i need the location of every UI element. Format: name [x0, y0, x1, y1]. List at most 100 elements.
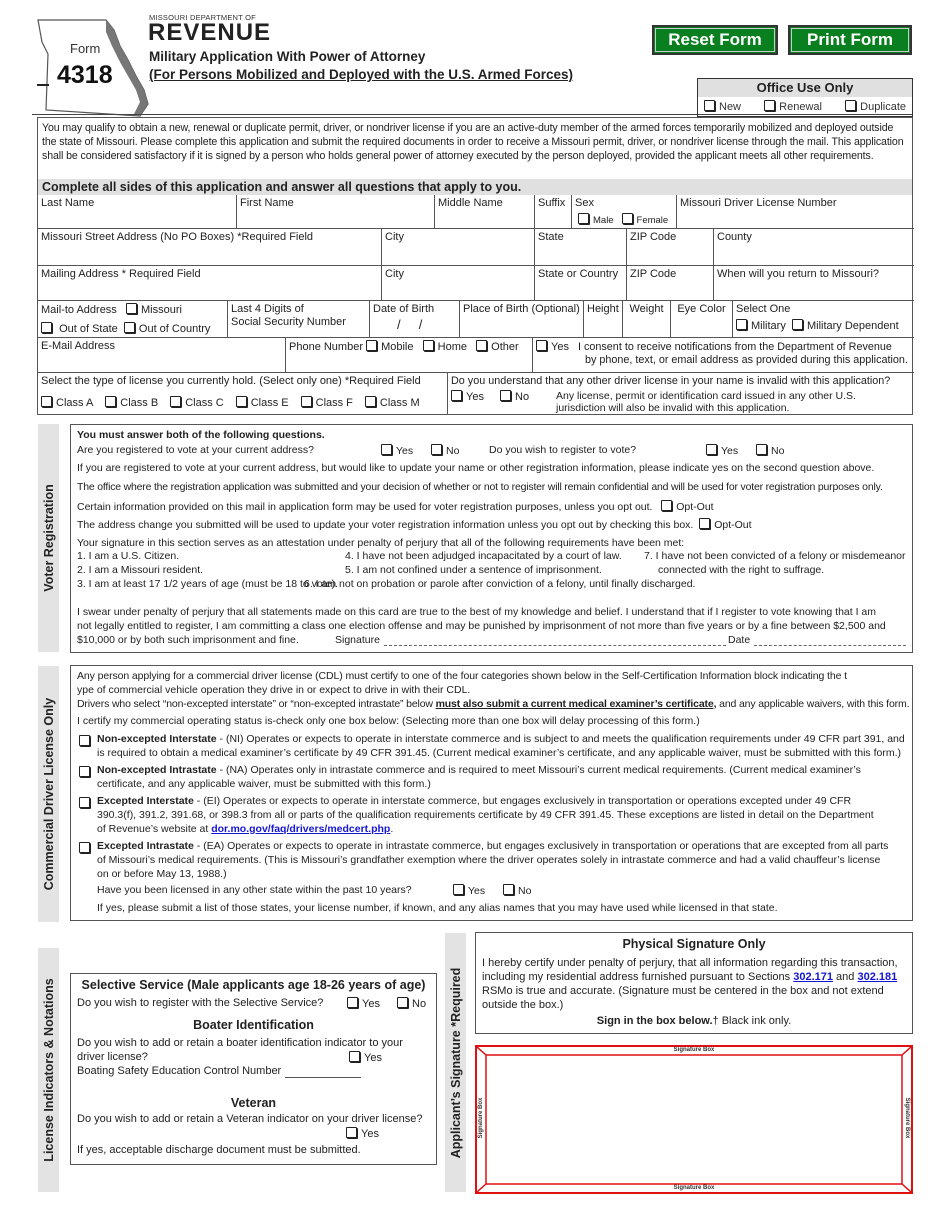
voter-date-line[interactable] — [754, 645, 906, 646]
section-302-181-link[interactable]: 302.181 — [857, 971, 897, 983]
checkbox-icon[interactable] — [41, 396, 52, 407]
city-field[interactable]: City — [382, 229, 535, 266]
military-option[interactable]: Military — [736, 319, 786, 332]
mailing-address-field[interactable]: Mailing Address * Required Field — [38, 266, 382, 301]
checkbox-icon[interactable] — [756, 444, 767, 455]
height-field[interactable]: Height — [584, 301, 623, 338]
checkbox-icon[interactable] — [791, 319, 803, 330]
place-of-birth-field[interactable]: Place of Birth (Optional) — [460, 301, 584, 338]
register-no-option[interactable]: No — [756, 444, 784, 458]
checkbox-icon[interactable] — [451, 390, 462, 401]
checkbox-icon[interactable] — [476, 340, 488, 351]
checkbox-icon[interactable] — [536, 340, 547, 351]
office-use-new[interactable]: New — [704, 100, 741, 113]
checkbox-icon[interactable] — [736, 319, 747, 330]
checkbox-icon[interactable] — [366, 340, 378, 351]
selective-service-yes-option[interactable]: Yes — [347, 997, 380, 1011]
checkbox-icon[interactable] — [661, 500, 673, 511]
email-address-field[interactable]: E-Mail Address — [38, 338, 286, 373]
phone-home-option[interactable]: Home — [422, 340, 467, 353]
checkbox-icon[interactable] — [500, 390, 511, 401]
mailing-zip-code-field[interactable]: ZIP Code — [627, 266, 714, 301]
checkbox-icon[interactable] — [431, 444, 442, 455]
checkbox-icon[interactable] — [381, 444, 392, 455]
phone-number-field[interactable]: Phone Number Mobile Home Other — [286, 338, 533, 373]
checkbox-icon[interactable] — [170, 396, 182, 407]
last-name-field[interactable]: Last Name — [38, 195, 237, 229]
other-state-yes-option[interactable]: Yes — [453, 884, 485, 898]
excepted-interstate-checkbox[interactable] — [79, 797, 90, 808]
print-form-button[interactable]: Print Form — [788, 25, 912, 55]
checkbox-icon[interactable] — [845, 100, 857, 111]
checkbox-icon[interactable] — [235, 396, 247, 407]
checkbox-icon[interactable] — [364, 396, 376, 407]
checkbox-icon[interactable] — [125, 303, 137, 314]
opt-out-1-option[interactable]: Opt-Out — [661, 500, 714, 513]
checkbox-icon[interactable] — [706, 444, 717, 455]
signature-box[interactable]: Signature Box Signature Box Signature Bo… — [475, 1045, 913, 1194]
date-of-birth-field[interactable]: Date of Birth / / — [370, 301, 460, 338]
mailing-city-field[interactable]: City — [382, 266, 535, 301]
checkbox-icon[interactable] — [704, 100, 715, 111]
class-m-option[interactable]: Class M — [364, 396, 420, 410]
mail-to-out-of-state[interactable]: Out of State — [41, 322, 118, 335]
registered-no-option[interactable]: No — [431, 444, 459, 458]
checkbox-icon[interactable] — [397, 997, 408, 1008]
weight-field[interactable]: Weight — [623, 301, 671, 338]
office-use-renewal[interactable]: Renewal — [764, 100, 822, 113]
office-use-duplicate[interactable]: Duplicate — [845, 100, 906, 113]
veteran-yes-option[interactable]: Yes — [346, 1127, 379, 1141]
non-excepted-intrastate-checkbox[interactable] — [79, 766, 90, 777]
ssn-field[interactable]: Last 4 Digits of Social Security Number — [228, 301, 370, 338]
checkbox-icon[interactable] — [422, 340, 434, 351]
register-yes-option[interactable]: Yes — [706, 444, 738, 458]
checkbox-icon[interactable] — [41, 322, 52, 333]
opt-out-2-option[interactable]: Opt-Out — [699, 518, 752, 531]
suffix-field[interactable]: Suffix — [535, 195, 572, 229]
eye-color-field[interactable]: Eye Color — [671, 301, 733, 338]
consent-yes-option[interactable]: Yes — [536, 340, 569, 354]
driver-license-number-field[interactable]: Missouri Driver License Number — [677, 195, 914, 229]
registered-yes-option[interactable]: Yes — [381, 444, 413, 458]
female-option[interactable]: Female — [621, 213, 668, 226]
street-address-field[interactable]: Missouri Street Address (No PO Boxes) *R… — [38, 229, 382, 266]
checkbox-icon[interactable] — [105, 396, 117, 407]
phone-other-option[interactable]: Other — [476, 340, 519, 353]
mail-to-out-of-country[interactable]: Out of Country — [123, 322, 210, 335]
state-or-country-field[interactable]: State or Country — [535, 266, 627, 301]
checkbox-icon[interactable] — [300, 396, 312, 407]
state-field[interactable]: State — [535, 229, 627, 266]
class-b-option[interactable]: Class B — [105, 396, 158, 410]
middle-name-field[interactable]: Middle Name — [435, 195, 535, 229]
medcert-link[interactable]: dor.mo.gov/faq/drivers/medcert.php — [211, 823, 390, 835]
invalid-no-option[interactable]: No — [500, 390, 529, 404]
non-excepted-interstate-checkbox[interactable] — [79, 735, 90, 746]
checkbox-icon[interactable] — [349, 1051, 360, 1062]
return-date-field[interactable]: When will you return to Missouri? — [714, 266, 914, 301]
voter-signature-line[interactable] — [384, 645, 726, 646]
invalid-yes-option[interactable]: Yes — [451, 390, 484, 404]
reset-form-button[interactable]: Reset Form — [652, 25, 778, 55]
class-a-option[interactable]: Class A — [41, 396, 93, 410]
checkbox-icon[interactable] — [503, 884, 514, 895]
class-f-option[interactable]: Class F — [300, 396, 353, 410]
class-e-option[interactable]: Class E — [235, 396, 289, 410]
phone-mobile-option[interactable]: Mobile — [366, 340, 413, 353]
boater-control-number-line[interactable] — [285, 1077, 361, 1078]
male-option[interactable]: Male — [578, 213, 614, 226]
military-dependent-option[interactable]: Military Dependent — [791, 319, 899, 332]
checkbox-icon[interactable] — [347, 997, 358, 1008]
class-c-option[interactable]: Class C — [170, 396, 224, 410]
checkbox-icon[interactable] — [123, 322, 135, 333]
checkbox-icon[interactable] — [764, 100, 776, 111]
selective-service-no-option[interactable]: No — [397, 997, 426, 1011]
boater-yes-option[interactable]: Yes — [349, 1051, 382, 1065]
other-state-no-option[interactable]: No — [503, 884, 531, 898]
zip-code-field[interactable]: ZIP Code — [627, 229, 714, 266]
excepted-intrastate-checkbox[interactable] — [79, 842, 90, 853]
checkbox-icon[interactable] — [346, 1127, 357, 1138]
checkbox-icon[interactable] — [453, 884, 464, 895]
mail-to-missouri[interactable]: Missouri — [125, 303, 182, 316]
checkbox-icon[interactable] — [699, 518, 711, 529]
checkbox-icon[interactable] — [578, 213, 589, 224]
